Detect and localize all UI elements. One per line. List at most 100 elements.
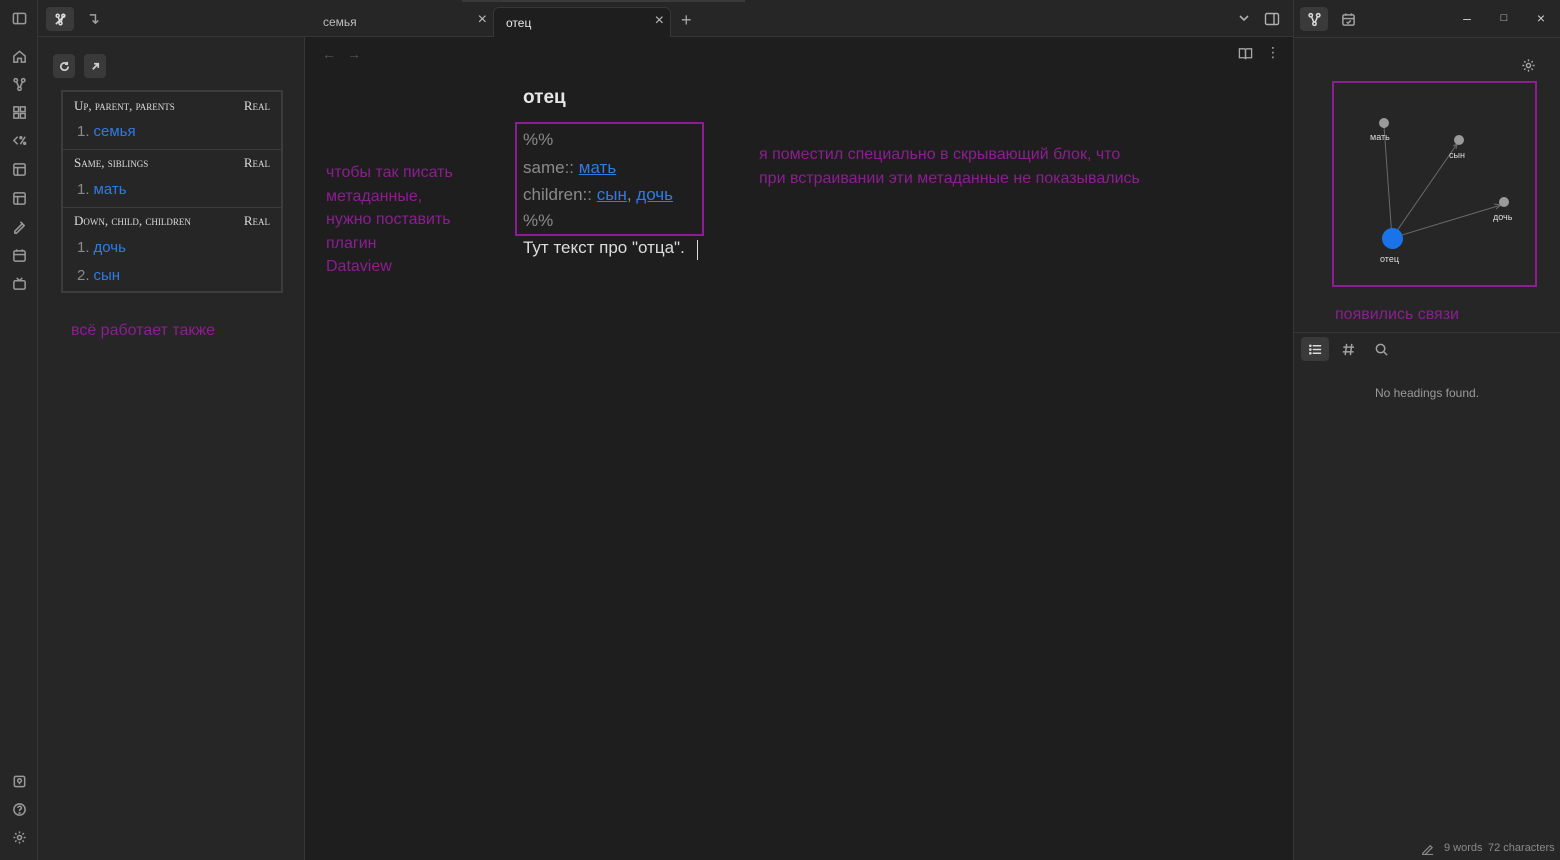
settings-icon[interactable] [8, 826, 30, 848]
graph-node-mat[interactable] [1379, 118, 1389, 128]
tab-otets[interactable]: отец × [493, 7, 671, 37]
annotation-line: чтобы так писать [326, 164, 453, 181]
outline-tab-icon[interactable] [1301, 337, 1329, 361]
matrix-real-label: Real [243, 155, 270, 170]
character-count: 72 characters [1488, 842, 1555, 854]
metadata-same[interactable]: same:: мать [523, 158, 616, 178]
close-window-icon[interactable]: × [1531, 10, 1551, 26]
grid-icon[interactable] [8, 101, 30, 123]
annotation-line: я поместил специально в скрывающий блок,… [759, 146, 1121, 163]
home-icon[interactable] [8, 45, 30, 67]
open-external-button[interactable] [84, 54, 106, 78]
back-arrow-icon[interactable]: ← [322, 46, 336, 62]
matrix-item: 2. сын [77, 267, 120, 284]
list-number: 1. [77, 123, 90, 140]
graph-node-syn[interactable] [1454, 135, 1464, 145]
graph-node-otets[interactable] [1382, 228, 1403, 249]
arrow-up-right-icon [91, 62, 99, 70]
search-tab-icon[interactable] [1367, 337, 1395, 361]
refresh-button[interactable] [53, 54, 75, 78]
matrix-link-doch[interactable]: дочь [94, 239, 126, 256]
breadcrumbs-matrix: Up, parent, parents Real 1. семья Same, s… [61, 90, 283, 293]
tv-icon[interactable] [8, 272, 30, 294]
divider [1294, 37, 1560, 38]
arrow-down-right-icon[interactable] [80, 7, 108, 31]
note-title[interactable]: отец [523, 87, 566, 109]
link-mat[interactable]: мать [579, 158, 616, 177]
matrix-group-title: Up, parent, parents [74, 98, 175, 113]
edit-pencil-icon [1421, 842, 1434, 856]
matrix-group-up: Up, parent, parents Real 1. семья [63, 92, 281, 150]
vault-icon[interactable] [8, 770, 30, 792]
close-icon[interactable]: × [655, 13, 664, 29]
graph-edges [1383, 125, 1503, 239]
tab-semya[interactable]: семья × [311, 7, 493, 37]
tags-tab-icon[interactable] [1334, 337, 1362, 361]
tab-bar-indicator [462, 0, 745, 2]
forward-arrow-icon[interactable]: → [347, 46, 361, 62]
matrix-group-down: Down, child, children Real 1. дочь 2. сын [63, 208, 281, 293]
comment-open[interactable]: %% [523, 130, 553, 150]
annotation-line: при встраивании эти метаданные не показы… [759, 169, 1140, 187]
divider [1294, 332, 1560, 333]
annotation-hidden-block: я поместил специально в скрывающий блок,… [759, 143, 1140, 190]
annotation-line: метаданные, [326, 187, 423, 205]
tab-label: семья [323, 15, 357, 29]
breadcrumbs-matrix-icon[interactable] [46, 7, 74, 31]
local-graph-tab-icon[interactable] [1300, 7, 1328, 31]
link-syn[interactable]: сын [597, 185, 627, 204]
draw-icon[interactable] [8, 215, 30, 237]
reading-view-icon[interactable] [1238, 46, 1253, 61]
note-body[interactable]: Тут текст про "отца". [523, 238, 685, 258]
matrix-item: 1. мать [77, 181, 127, 198]
template-icon[interactable] [8, 158, 30, 180]
annotation-left: всё работает также [71, 322, 216, 339]
text-cursor [697, 240, 698, 260]
local-graph[interactable]: мать сын дочь отец [1332, 81, 1537, 287]
matrix-link-semya[interactable]: семья [94, 123, 136, 140]
matrix-item: 1. семья [77, 123, 136, 140]
annotation-line: плагин [326, 234, 377, 252]
separator: , [626, 185, 632, 204]
list-number: 1. [77, 239, 90, 256]
more-options-icon[interactable]: ⋮ [1266, 45, 1280, 59]
matrix-link-mat[interactable]: мать [94, 181, 127, 198]
matrix-group-title: Same, siblings [74, 155, 149, 170]
tab-bar: семья × отец × + [305, 0, 1293, 37]
layout-icon[interactable] [8, 187, 30, 209]
chevron-down-icon[interactable] [1237, 11, 1251, 25]
list-number: 2. [77, 267, 90, 284]
minimize-icon[interactable]: – [1457, 10, 1477, 26]
graph-node-label: сын [1449, 150, 1465, 160]
list-number: 1. [77, 181, 90, 198]
maximize-icon[interactable]: □ [1494, 12, 1514, 24]
word-count: 9 words [1444, 842, 1483, 854]
new-tab-button[interactable]: + [681, 10, 692, 31]
close-icon[interactable]: × [478, 12, 487, 28]
matrix-group-same: Same, siblings Real 1. мать [63, 150, 281, 208]
toggle-right-sidebar-icon[interactable] [1264, 11, 1280, 27]
graph-node-label: мать [1370, 132, 1390, 142]
graph-settings-icon[interactable] [1521, 58, 1536, 73]
calendar-icon[interactable] [8, 244, 30, 266]
graph-node-label: дочь [1493, 212, 1513, 222]
metadata-children[interactable]: children:: сын, дочь [523, 185, 673, 205]
help-icon[interactable] [8, 798, 30, 820]
annotation-line: нужно поставить [326, 211, 451, 228]
link-doch[interactable]: дочь [636, 185, 673, 204]
code-percent-icon[interactable] [8, 129, 30, 151]
matrix-link-syn[interactable]: сын [94, 267, 121, 284]
toggle-left-sidebar-icon[interactable] [8, 7, 30, 29]
matrix-item: 1. дочь [77, 239, 126, 256]
comment-close[interactable]: %% [523, 211, 553, 231]
outline-empty-message: No headings found. [1374, 386, 1480, 400]
graph-node-label: отец [1380, 254, 1399, 264]
calendar-tab-icon[interactable] [1334, 7, 1362, 31]
metadata-key: children:: [523, 185, 592, 204]
matrix-real-label: Real [243, 98, 270, 113]
graph-node-doch[interactable] [1499, 197, 1509, 207]
annotation-dataview: чтобы так писать метаданные, нужно поста… [326, 161, 453, 279]
graph-view-icon[interactable] [8, 73, 30, 95]
tab-label: отец [506, 16, 532, 30]
matrix-group-title: Down, child, children [74, 213, 191, 228]
